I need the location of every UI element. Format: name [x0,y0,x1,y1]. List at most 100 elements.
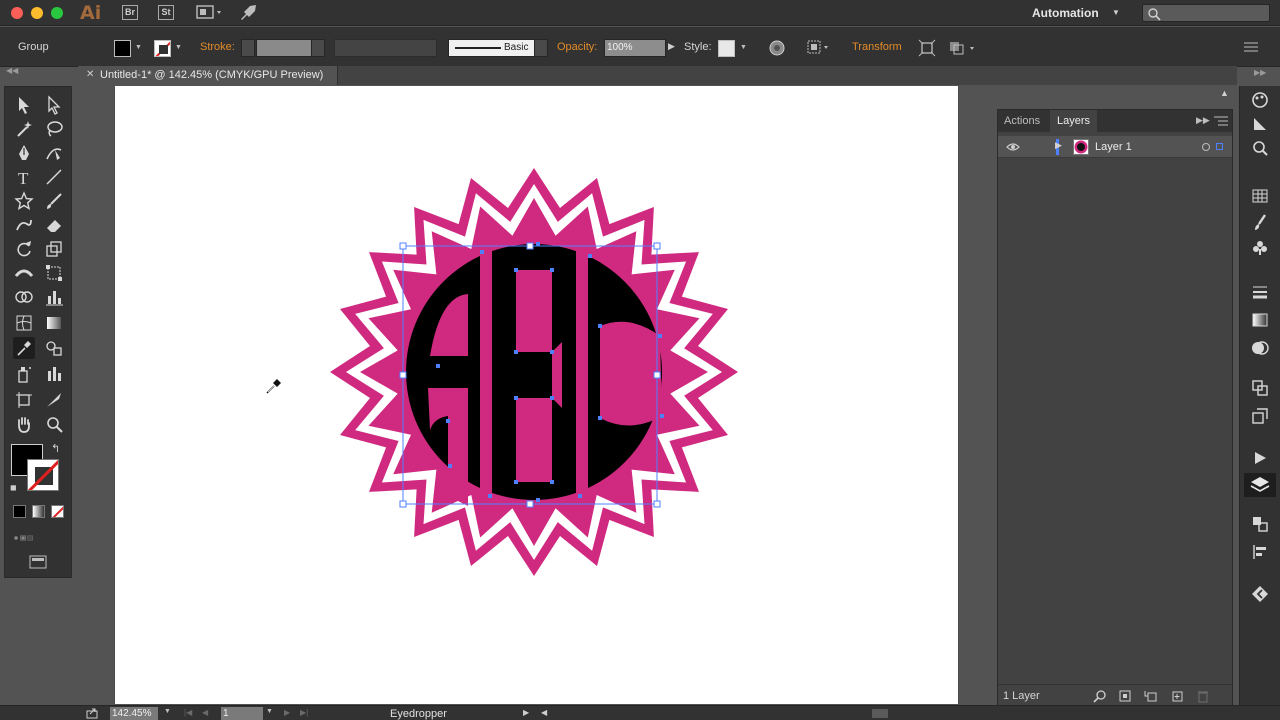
artboard-number-field[interactable]: 1 [221,707,263,720]
align-panel-icon[interactable] [1250,542,1270,562]
mesh-tool[interactable] [13,312,35,334]
panel-menu-icon[interactable] [1244,41,1260,53]
symbols-icon[interactable] [1250,238,1270,258]
graph-tool[interactable] [43,286,65,308]
color-mode-button[interactable] [13,505,26,518]
shape-builder-tool[interactable] [13,286,35,308]
graphic-style-swatch[interactable] [718,40,735,57]
stroke-dropdown-icon[interactable]: ▼ [175,44,182,51]
draw-mode-buttons[interactable] [13,527,63,543]
graphic-styles-icon[interactable] [1250,406,1270,426]
isolate-group-icon[interactable] [918,39,936,57]
brushes-icon[interactable] [1250,212,1270,232]
type-tool[interactable]: T [13,166,35,188]
stroke-weight-stepper[interactable] [241,39,255,57]
monogram-artwork[interactable] [330,166,738,576]
appearance-icon[interactable] [1250,378,1270,398]
window-minimize-button[interactable] [31,7,43,19]
share-icon[interactable] [86,708,98,719]
transparency-icon[interactable] [1250,338,1270,358]
layer-selection-indicator[interactable] [1216,143,1223,150]
swatches-icon[interactable] [1250,186,1270,206]
close-icon[interactable]: ✕ [86,69,94,80]
color-palette-icon[interactable] [1250,90,1270,110]
brush-dropdown[interactable] [534,39,548,57]
symbol-sprayer-tool[interactable] [13,363,35,385]
arrange-documents-button[interactable] [196,5,226,20]
free-transform-tool[interactable] [43,262,65,284]
swap-fill-stroke-icon[interactable]: ↰ [51,442,60,455]
hand-tool[interactable] [13,413,35,435]
fill-color-swatch[interactable] [114,40,131,57]
window-close-button[interactable] [11,7,23,19]
gradient-tool[interactable] [43,312,65,334]
stroke-color-box[interactable] [27,459,59,491]
artboard-tool[interactable] [13,389,35,411]
transform-panel-link[interactable]: Transform [852,41,902,53]
layer-row[interactable]: ▶ Layer 1 [998,136,1232,158]
stroke-color-swatch[interactable] [154,40,171,57]
zoom-tool[interactable] [43,413,65,435]
collapse-tools-icon[interactable]: ◀◀ [6,66,18,75]
next-artboard-icon[interactable]: ▶ [284,708,290,717]
selection-tool[interactable] [13,94,35,116]
locate-object-icon[interactable] [1093,689,1107,703]
status-menu-arrow-icon[interactable]: ▶ [523,708,529,717]
zoom-dropdown-icon[interactable]: ▼ [164,708,171,715]
document-tab[interactable]: ✕ Untitled-1* @ 142.45% (CMYK/GPU Previe… [78,66,338,85]
line-segment-tool[interactable] [43,166,65,188]
paintbrush-tool[interactable] [43,190,65,212]
eyedropper-tool[interactable] [13,337,35,359]
variable-width-profile[interactable] [334,39,437,57]
tab-layers[interactable]: Layers [1050,110,1097,132]
artboards-icon[interactable] [1250,514,1270,534]
layers-dock-button[interactable] [1244,473,1276,497]
new-sublayer-icon[interactable] [1144,689,1158,703]
slice-tool[interactable] [43,389,65,411]
gradient-panel-icon[interactable] [1250,310,1270,330]
current-tool-status[interactable]: Eyedropper [390,708,447,720]
width-tool[interactable] [13,262,35,284]
visibility-eye-icon[interactable] [1006,141,1020,153]
actions-play-icon[interactable] [1250,448,1270,468]
style-dropdown-icon[interactable]: ▼ [740,44,747,51]
pen-tool[interactable] [13,142,35,164]
stroke-panel-link[interactable]: Stroke: [200,41,235,53]
previous-artboard-icon[interactable]: ◀ [202,708,208,717]
eraser-tool[interactable] [43,214,65,236]
layer-name[interactable]: Layer 1 [1095,141,1132,153]
star-tool[interactable] [13,190,35,212]
scale-tool[interactable] [43,238,65,260]
shaper-tool[interactable] [13,214,35,236]
screen-mode-button[interactable] [27,551,49,569]
artboard[interactable] [115,86,958,704]
layer-expand-arrow-icon[interactable]: ▶ [1055,140,1062,151]
gradient-mode-button[interactable] [32,505,45,518]
fill-dropdown-icon[interactable]: ▼ [135,44,142,51]
align-icon[interactable] [806,39,832,57]
zoom-level-field[interactable]: 142.45% [110,707,158,720]
first-artboard-icon[interactable]: |◀ [184,708,192,717]
gpu-performance-button[interactable] [238,4,258,22]
stroke-weight-dropdown[interactable] [311,39,325,57]
artboard-dropdown-icon[interactable]: ▼ [266,708,273,715]
opacity-panel-link[interactable]: Opacity: [557,41,597,53]
lasso-tool[interactable] [43,118,65,140]
column-graph-tool[interactable] [43,363,65,385]
stroke-panel-icon[interactable] [1250,282,1270,302]
stroke-weight-field[interactable] [256,39,312,57]
recolor-artwork-icon[interactable] [768,39,786,57]
opacity-field[interactable]: 100% [604,39,666,57]
panel-expand-icon[interactable]: ▶▶ [1196,115,1210,126]
workspace-switcher[interactable]: Automation [1032,6,1099,20]
stock-button[interactable]: St [158,5,174,20]
image-trace-icon[interactable] [1250,138,1270,158]
panel-menu-icon[interactable] [1214,116,1228,126]
last-artboard-icon[interactable]: ▶| [300,708,308,717]
cc-libraries-icon[interactable] [1250,584,1270,604]
window-zoom-button[interactable] [51,7,63,19]
scroll-left-arrow-icon[interactable]: ◀ [541,708,547,717]
blend-tool[interactable] [43,337,65,359]
search-input[interactable] [1142,4,1270,22]
magic-wand-tool[interactable] [13,118,35,140]
